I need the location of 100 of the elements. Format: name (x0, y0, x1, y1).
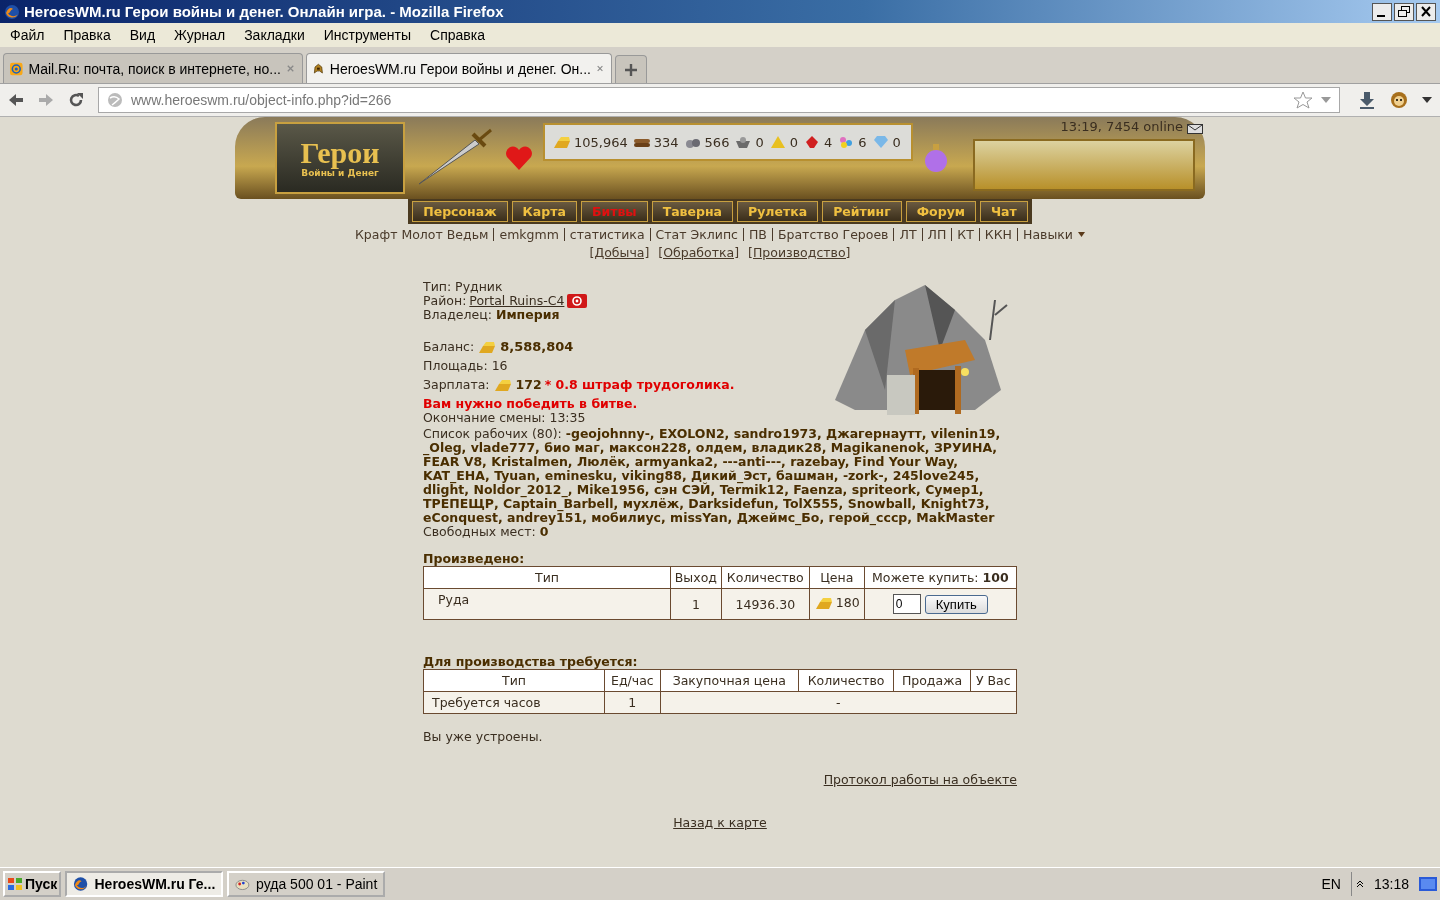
resource-count: 6 (858, 134, 867, 150)
language-indicator[interactable]: EN (1315, 876, 1347, 892)
menu-item[interactable]: Инструменты (323, 27, 412, 43)
top-link[interactable]: ККН (984, 227, 1012, 242)
top-link[interactable]: emkgmm (499, 227, 559, 242)
buy-button[interactable]: Купить (924, 594, 988, 614)
crystal-icon (803, 135, 821, 149)
close-tab-icon[interactable] (596, 64, 603, 73)
column-header: Цена (809, 566, 865, 589)
chevron-up-icon[interactable] (1355, 880, 1364, 888)
table-title: Для производства требуется: (423, 654, 639, 669)
menu-item[interactable]: Правка (63, 27, 111, 43)
top-link[interactable]: ЛТ (899, 227, 917, 242)
salary-label: Зарплата: (423, 378, 490, 392)
resource-count: 0 (789, 134, 798, 150)
mail-icon[interactable] (1187, 122, 1203, 134)
top-link[interactable]: Братство Героев (777, 227, 889, 242)
monkey-icon[interactable] (1390, 91, 1408, 109)
column-header: Количество (798, 669, 894, 692)
ingots-icon (813, 595, 834, 610)
diamond-icon (871, 135, 890, 149)
quantity-field[interactable]: 0 (892, 594, 921, 614)
top-link[interactable]: ПВ (748, 227, 767, 242)
top-link[interactable]: КТ (957, 227, 974, 242)
reload-icon[interactable] (68, 92, 84, 108)
salary-value: 172 (515, 378, 542, 392)
game-nav-button[interactable]: Чат (980, 201, 1028, 222)
section-link[interactable]: [Обработка] (658, 245, 740, 260)
column-header: У Вас (970, 669, 1017, 692)
menu-item[interactable]: Журнал (174, 27, 226, 43)
skills-menu[interactable]: Навыки (1023, 227, 1073, 242)
taskbar-item[interactable]: HeroesWM.ru Ге... (65, 871, 224, 897)
free-places: Свободных мест: 0 (423, 525, 549, 539)
column-header: Тип (423, 566, 671, 589)
top-link[interactable]: Стат Эклипс (655, 227, 738, 242)
menu-caret-icon[interactable] (1422, 97, 1432, 103)
district-label: Район: (423, 294, 467, 308)
browser-tab[interactable]: HeroesWM.ru Герои войны и денег. Он... (306, 53, 612, 83)
owner-line: Владелец: Империя (423, 308, 561, 322)
address-bar[interactable]: www.heroeswm.ru/object-info.php?id=266 (98, 87, 1340, 113)
balance-label: Баланс: (423, 340, 475, 354)
browser-tab[interactable]: Mail.Ru: почта, поиск в интернете, но... (3, 53, 303, 83)
price-value: 180 (835, 595, 860, 611)
window-title: HeroesWM.ru Герои войны и денег. Онлайн игра. - Mozilla Firefox (24, 3, 505, 20)
menu-item[interactable]: Файл (10, 27, 45, 43)
ingots-icon (553, 135, 571, 149)
table-title: Произведено: (423, 551, 526, 566)
top-link[interactable]: статистика (569, 227, 645, 242)
game-nav-button[interactable]: Персонаж (412, 201, 508, 222)
log-link[interactable]: Протокол работы на объекте (823, 772, 1017, 787)
game-nav-button[interactable]: Рулетка (737, 201, 819, 222)
menu-item[interactable]: Вид (129, 27, 156, 43)
taskbar-item[interactable]: руда 500 01 - Paint (227, 871, 386, 897)
bookmark-star-icon[interactable] (1293, 91, 1313, 109)
column-header: Количество (721, 566, 810, 589)
dropdown-icon[interactable] (1321, 97, 1331, 103)
plus-icon (625, 63, 637, 76)
game-nav-button[interactable]: Таверна (651, 201, 733, 222)
column-header: Закупочная цена (660, 669, 799, 692)
status-text: Вы уже устроены. (423, 730, 544, 744)
menu-item[interactable]: Закладки (244, 27, 305, 43)
warning-text: Вам нужно победить в битве. (423, 397, 639, 411)
resource-count: 334 (653, 134, 679, 150)
back-icon[interactable] (8, 92, 24, 108)
shift-end: Окончание смены: 13:35 (423, 411, 587, 425)
online-counter: 13:19, 7454 online (1060, 119, 1183, 134)
resource-count: 0 (892, 134, 901, 150)
game-nav-button[interactable]: Карта (511, 201, 577, 222)
section-link[interactable]: [Производство] (748, 245, 851, 260)
caret-icon[interactable] (1078, 232, 1085, 237)
back-to-map-link[interactable]: Назад к карте (673, 815, 767, 830)
salary-penalty: * 0.8 штраф трудоголика. (544, 378, 735, 392)
table-cell: Руда (423, 588, 671, 620)
table-cell: Требуется часов (423, 691, 605, 714)
column-header: Тип (423, 669, 605, 692)
column-header: Ед/час (604, 669, 661, 692)
clock[interactable]: 13:18 (1367, 876, 1415, 892)
table-cell: 1 (670, 588, 722, 620)
resource-count: 0 (755, 134, 764, 150)
close-button[interactable] (1416, 2, 1436, 21)
workers-list: Список рабочих (80): -geojohnny-, EXOLON2, sandro1973, Джагернаутт, vilenin19, _Oleg, vlade777, био маг, максон228, олдем, владик28, Magikanenok, ЗРУИНА, FEAR V8, Kristalmen, Люлёк, armyanka2, ---anti---, razebay, Find Your Way, KAT_EHA, Tyuan, eminesku, viking88, Дикий_Эст, башман, -zork-, 245love245, dlight, Noldor_2012_, Mike1956, сэн СЭЙ, Termik12, Faenza, spriteork, Сумер1, ТРЕПЕЩР, Captain_Barbell, мухлёж, Darksidefun, TolX555, Snowball, Knight73, eConquest, andrey151, мобилиус, missYan, Джеймс_Бо, герой_сссp, MakMaster (423, 427, 1017, 525)
column-header: Можете купить: 100 (864, 566, 1017, 589)
district-link[interactable]: Portal Ruins-C4 (469, 294, 565, 308)
resource-count: 4 (824, 134, 833, 150)
menu-item[interactable]: Справка (430, 27, 485, 43)
ingots-icon (477, 340, 498, 354)
download-icon[interactable] (1358, 91, 1376, 109)
column-header: Выход (670, 566, 722, 589)
top-link[interactable]: Крафт Молот Ведьм (355, 227, 489, 242)
game-logo[interactable]: Герои Войны и Денег (275, 122, 405, 194)
section-link[interactable]: [Добыча] (589, 245, 650, 260)
game-nav-button[interactable]: Форум (905, 201, 976, 222)
new-tab-button[interactable] (615, 55, 647, 83)
cauldron-icon (734, 135, 753, 149)
minimize-button[interactable] (1372, 2, 1392, 21)
start-button[interactable]: Пуск (3, 871, 62, 897)
restore-button[interactable] (1394, 2, 1414, 21)
top-link[interactable]: ЛП (927, 227, 947, 242)
area-line: Площадь: 16 (423, 359, 509, 373)
game-nav-button[interactable]: Рейтинг (822, 201, 902, 222)
